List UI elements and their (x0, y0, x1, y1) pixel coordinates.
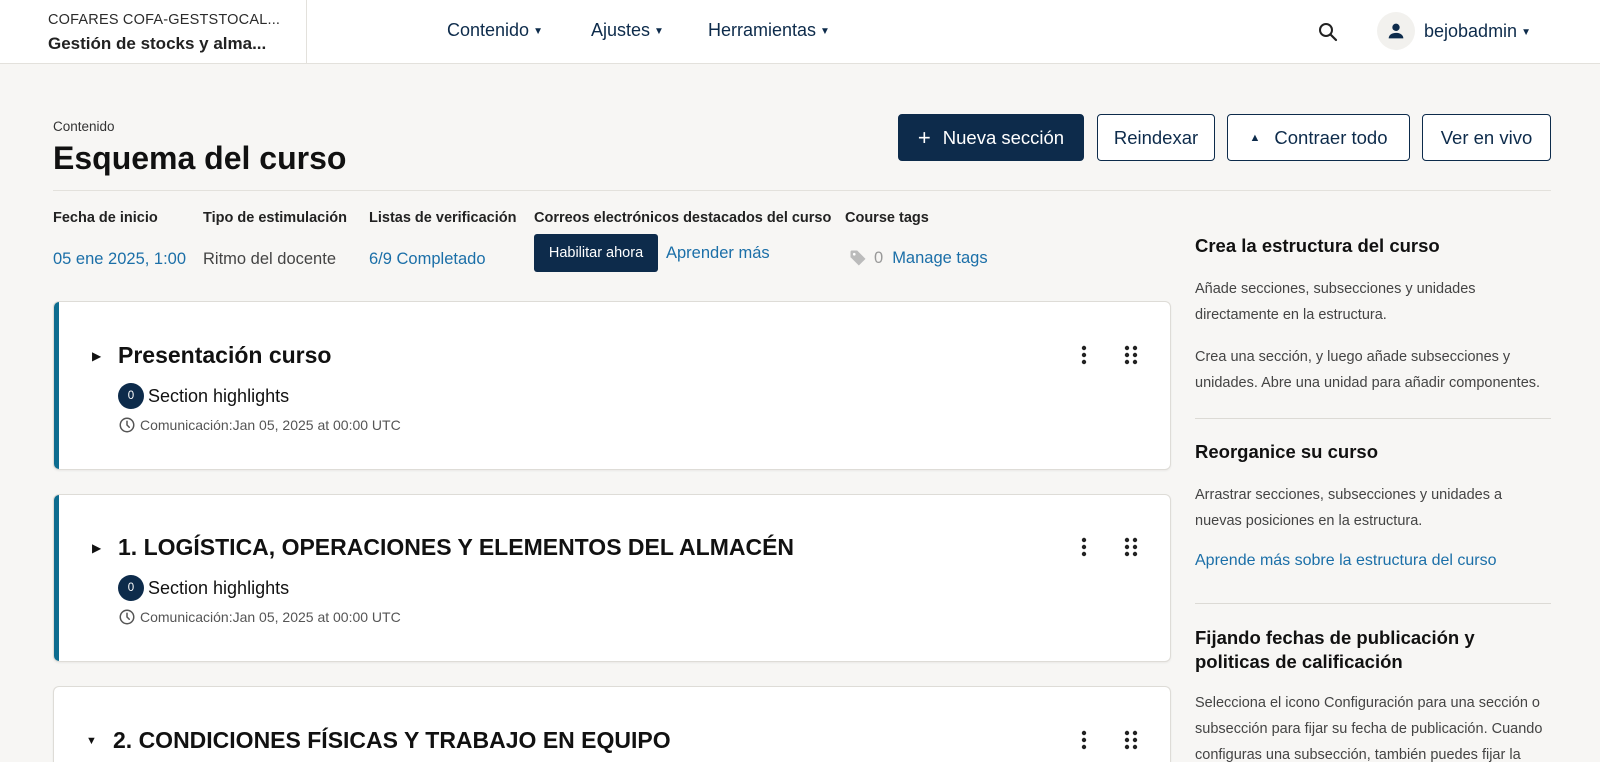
sidebar-text: Arrastrar secciones, subsecciones y unid… (1195, 487, 1503, 529)
sidebar-block-structure: Crea la estructura del curso Añade secci… (1195, 234, 1551, 396)
section-title[interactable]: 1. LOGÍSTICA, OPERACIONES Y ELEMENTOS DE… (118, 534, 794, 561)
chevron-down-icon: ▼ (1521, 27, 1531, 38)
user-name: bejobadmin (1424, 21, 1518, 41)
course-org: COFARES COFA-GESTSTOCAL... (48, 12, 281, 28)
course-tags-row: 0 Manage tags (848, 248, 988, 268)
section-card: ▶ 1. LOGÍSTICA, OPERACIONES Y ELEMENTOS … (53, 494, 1171, 662)
clock-icon (119, 417, 135, 433)
course-tags-label: Course tags (845, 210, 929, 226)
header-divider (53, 190, 1551, 191)
release-text: Comunicación:Jan 05, 2025 at 00:00 UTC (140, 609, 401, 625)
sidebar-divider (1195, 418, 1551, 419)
section-title[interactable]: Presentación curso (118, 342, 331, 369)
chevron-down-icon: ▼ (533, 26, 543, 37)
sidebar-heading: Reorganice su curso (1195, 441, 1379, 462)
drag-handle-icon[interactable] (1116, 725, 1146, 755)
start-date-value[interactable]: 05 ene 2025, 1:00 (53, 250, 186, 269)
highlights-label: Section highlights (148, 385, 290, 406)
release-text: Comunicación:Jan 05, 2025 at 00:00 UTC (140, 417, 401, 433)
kebab-menu-icon[interactable] (1069, 340, 1099, 370)
plus-icon: + (917, 124, 931, 150)
nav-ajustes[interactable]: Ajustes ▼ (591, 20, 664, 41)
manage-tags-link[interactable]: Manage tags (892, 249, 987, 268)
caret-right-icon[interactable]: ▶ (92, 349, 101, 363)
section-highlights[interactable]: 0 Section highlights (118, 575, 289, 601)
section-highlights[interactable]: 0 Section highlights (118, 383, 289, 409)
caret-right-icon[interactable]: ▶ (92, 541, 101, 555)
new-section-label: Nueva sección (942, 126, 1065, 148)
section-title[interactable]: 2. CONDICIONES FÍSICAS Y TRABAJO EN EQUI… (113, 727, 671, 754)
sidebar-divider (1195, 603, 1551, 604)
section-release: Comunicación:Jan 05, 2025 at 00:00 UTC (118, 416, 401, 434)
nav-herramientas-label: Herramientas (708, 20, 817, 40)
nav-herramientas[interactable]: Herramientas ▼ (708, 20, 830, 41)
top-header: COFARES COFA-GESTSTOCAL... Gestión de st… (0, 0, 1600, 64)
checklists-label: Listas de verificación (369, 210, 517, 226)
page-title: Esquema del curso (53, 140, 347, 176)
highlights-label: Section highlights (148, 577, 290, 598)
nav-contenido[interactable]: Contenido ▼ (447, 20, 543, 41)
kebab-menu-icon[interactable] (1069, 725, 1099, 755)
sidebar-text: Añade secciones, subsecciones y unidades… (1195, 281, 1476, 323)
user-menu[interactable]: bejobadmin ▼ (1424, 21, 1531, 42)
reindex-label: Reindexar (1113, 126, 1199, 148)
nav-contenido-label: Contenido (447, 20, 530, 40)
caret-down-icon[interactable]: ▼ (86, 735, 97, 747)
sidebar-block-release-dates: Fijando fechas de publicación y politica… (1195, 626, 1551, 762)
view-live-label: Ver en vivo (1440, 126, 1533, 148)
course-identity[interactable]: COFARES COFA-GESTSTOCAL... Gestión de st… (0, 0, 307, 63)
chevron-down-icon: ▼ (820, 26, 830, 37)
collapse-all-label: Contraer todo (1274, 126, 1388, 148)
search-icon[interactable] (1316, 20, 1340, 44)
tag-icon (850, 250, 866, 266)
section-accent-bar (54, 495, 59, 661)
avatar[interactable] (1377, 12, 1415, 50)
kebab-menu-icon[interactable] (1069, 532, 1099, 562)
highlights-count-badge: 0 (118, 575, 144, 601)
highlights-count-badge: 0 (118, 383, 144, 409)
sidebar-text: Selecciona el icono Configuración para u… (1195, 695, 1543, 762)
nav-ajustes-label: Ajustes (591, 20, 651, 40)
breadcrumb[interactable]: Contenido (53, 119, 115, 134)
reindex-button[interactable]: Reindexar (1097, 114, 1215, 161)
caret-up-icon: ▲ (1249, 131, 1261, 144)
course-name: Gestión de stocks y alma... (48, 34, 267, 53)
tags-count: 0 (874, 248, 884, 267)
section-card: ▼ 2. CONDICIONES FÍSICAS Y TRABAJO EN EQ… (53, 686, 1171, 762)
clock-icon (119, 609, 135, 625)
section-release: Comunicación:Jan 05, 2025 at 00:00 UTC (118, 608, 401, 626)
emails-label: Correos electrónicos destacados del curs… (534, 210, 832, 226)
sidebar-heading: Fijando fechas de publicación y politica… (1195, 627, 1475, 672)
pacing-label: Tipo de estimulación (203, 210, 347, 226)
sidebar-block-reorganize: Reorganice su curso Arrastrar secciones,… (1195, 440, 1551, 570)
pacing-value: Ritmo del docente (203, 250, 336, 268)
sidebar-learn-structure-link[interactable]: Aprende más sobre la estructura del curs… (1195, 552, 1551, 570)
view-live-button[interactable]: Ver en vivo (1422, 114, 1551, 161)
sidebar-text: Crea una sección, y luego añade subsecci… (1195, 349, 1541, 391)
section-card: ▶ Presentación curso 0 Section highlight… (53, 301, 1171, 470)
start-date-label: Fecha de inicio (53, 210, 158, 226)
section-accent-bar (54, 302, 59, 469)
collapse-all-button[interactable]: ▲ Contraer todo (1227, 114, 1410, 161)
checklists-value[interactable]: 6/9 Completado (369, 250, 486, 269)
enable-emails-button[interactable]: Habilitar ahora (534, 234, 658, 272)
drag-handle-icon[interactable] (1116, 532, 1146, 562)
new-section-button[interactable]: + Nueva sección (898, 114, 1084, 161)
drag-handle-icon[interactable] (1116, 340, 1146, 370)
learn-more-link[interactable]: Aprender más (666, 244, 770, 263)
sidebar-heading: Crea la estructura del curso (1195, 235, 1440, 256)
chevron-down-icon: ▼ (654, 26, 664, 37)
user-icon (1388, 23, 1404, 39)
